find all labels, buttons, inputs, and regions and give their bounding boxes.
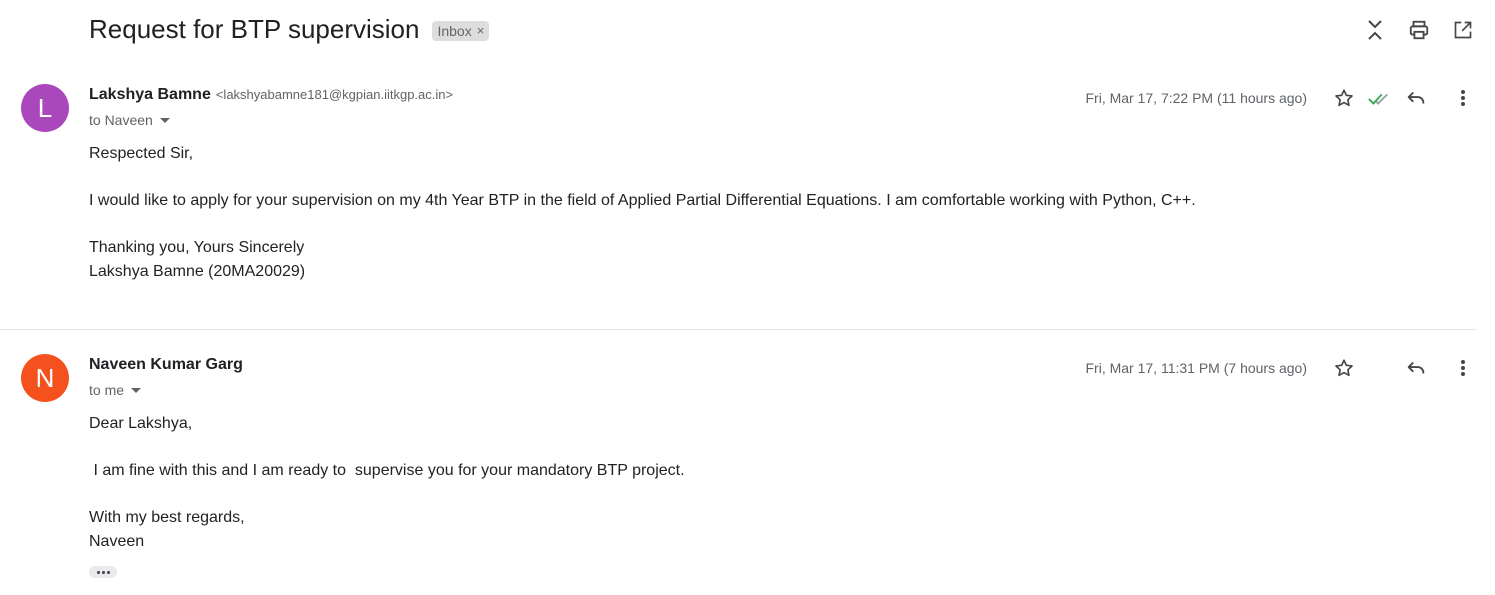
message-1: L Lakshya Bamne <lakshyabamne181@kgpian.…	[0, 78, 1477, 328]
caret-down-icon	[159, 117, 170, 123]
sender-name[interactable]: Lakshya Bamne	[89, 86, 211, 104]
sender-name[interactable]: Naveen Kumar Garg	[89, 356, 243, 374]
message-body: Respected Sir, I would like to apply for…	[89, 142, 1289, 283]
body-greeting: Respected Sir,	[89, 145, 194, 162]
avatar-letter: L	[37, 92, 53, 123]
label-text: Inbox	[437, 22, 472, 39]
avatar[interactable]: L	[21, 84, 69, 132]
message-datetime: Fri, Mar 17, 11:31 PM (7 hours ago)	[1085, 360, 1308, 376]
message-datetime: Fri, Mar 17, 7:22 PM (11 hours ago)	[1085, 90, 1308, 106]
collapse-all-icon[interactable]	[1363, 18, 1387, 42]
recipients-toggle[interactable]: to me	[89, 382, 142, 398]
sender-line: Lakshya Bamne <lakshyabamne181@kgpian.ii…	[89, 86, 453, 104]
body-paragraph: I would like to apply for your supervisi…	[89, 192, 1196, 209]
body-greeting: Dear Lakshya,	[89, 415, 193, 432]
message-2: N Naveen Kumar Garg to me Fri, Mar 17, 1…	[0, 348, 1477, 595]
star-icon[interactable]	[1332, 356, 1356, 380]
avatar[interactable]: N	[21, 354, 69, 402]
body-closing: Thanking you, Yours Sincerely	[89, 239, 305, 256]
double-check-icon	[1367, 86, 1391, 110]
message-divider	[0, 329, 1477, 330]
reply-icon[interactable]	[1404, 86, 1428, 110]
inbox-label-chip[interactable]: Inbox ×	[432, 20, 490, 41]
subject-header: Request for BTP supervision Inbox ×	[89, 14, 490, 45]
body-signature: Naveen	[89, 532, 145, 550]
star-icon[interactable]	[1332, 86, 1356, 110]
caret-down-icon	[131, 387, 142, 393]
recipients-toggle[interactable]: to Naveen	[89, 112, 170, 128]
body-paragraph: I am fine with this and I am ready to su…	[89, 462, 685, 479]
thread-subject: Request for BTP supervision	[89, 14, 420, 44]
body-signature: Lakshya Bamne (20MA20029)	[89, 262, 306, 280]
sender-line: Naveen Kumar Garg	[89, 356, 243, 374]
open-in-new-window-icon[interactable]	[1451, 18, 1475, 42]
recipients-text: to Naveen	[89, 112, 153, 128]
more-vert-icon[interactable]	[1451, 86, 1475, 110]
avatar-letter: N	[35, 362, 55, 393]
reply-icon[interactable]	[1404, 356, 1428, 380]
recipients-text: to me	[89, 382, 125, 398]
body-closing: With my best regards,	[89, 509, 245, 526]
sender-email: <lakshyabamne181@kgpian.iitkgp.ac.in>	[215, 87, 454, 102]
email-thread-view: Request for BTP supervision Inbox × L La…	[0, 0, 1495, 595]
show-trimmed-content-button[interactable]	[89, 566, 117, 578]
more-vert-icon[interactable]	[1451, 356, 1475, 380]
thread-toolbar	[1363, 18, 1475, 42]
message-body: Dear Lakshya, I am fine with this and I …	[89, 412, 1289, 553]
print-icon[interactable]	[1407, 18, 1431, 42]
remove-label-button[interactable]: ×	[477, 23, 485, 38]
